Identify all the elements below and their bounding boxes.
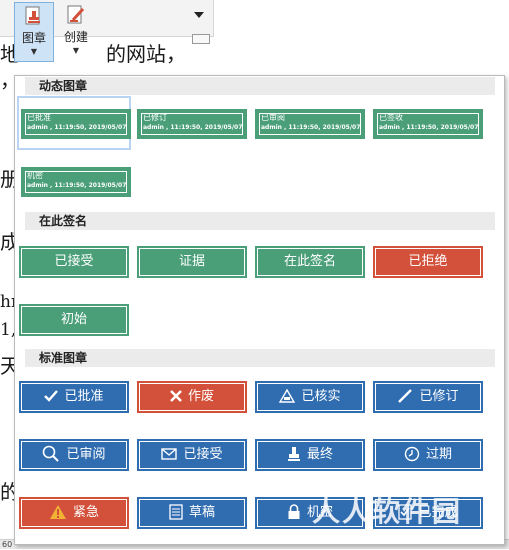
doc-fragment: 的网站， (106, 42, 186, 66)
stamp-title: 已审阅 (261, 113, 285, 122)
section-header-dynamic: 动态图章 (25, 77, 495, 95)
lock-icon (288, 504, 300, 519)
stamp-label: 已修订 (419, 389, 459, 404)
stamp-meta: admin , 11:19:50, 2019/05/07 (27, 124, 127, 131)
stamp-label: 已审阅 (66, 447, 106, 462)
stamp-label: 草稿 (188, 505, 215, 520)
check-icon (44, 390, 59, 402)
verified-triangle-icon (279, 388, 296, 403)
envelope-icon (161, 448, 178, 460)
document-icon (169, 504, 183, 520)
stamp-label: 初始 (22, 307, 126, 333)
stamp-title: 已修订 (143, 113, 167, 122)
standard-stamp-expired[interactable]: 过期 (373, 439, 483, 471)
x-icon (170, 390, 182, 402)
stamp-button[interactable]: 图章 ▼ (14, 2, 54, 62)
ribbon-dropdown-arrow-icon[interactable] (194, 12, 204, 18)
section-header-standard: 标准图章 (25, 349, 495, 367)
stamp-dropdown-panel: 动态图章 已批准 admin , 11:19:50, 2019/05/07 已修… (14, 75, 505, 545)
standard-stamp-verified[interactable]: 已核实 (255, 381, 365, 413)
stamp-label: 紧急 (72, 505, 99, 520)
section-title: 在此签名 (39, 214, 88, 228)
dynamic-stamp-revised[interactable]: 已修订 admin , 11:19:50, 2019/05/07 (137, 109, 247, 139)
stamp-label: 作废 (187, 389, 214, 404)
stamp-title: 机密 (27, 171, 43, 180)
sign-stamp-initial[interactable]: 初始 (19, 304, 129, 336)
dynamic-stamp-confidential[interactable]: 机密 admin , 11:19:50, 2019/05/07 (21, 167, 131, 197)
dynamic-stamp-reviewed[interactable]: 已审阅 admin , 11:19:50, 2019/05/07 (255, 109, 365, 139)
sign-stamp-evidence[interactable]: 证据 (137, 246, 247, 278)
stamp-icon (287, 447, 300, 461)
stamp-title: 已签收 (379, 113, 403, 122)
magnifier-icon (43, 445, 60, 462)
stamp-label: 已核实 (301, 389, 341, 404)
dynamic-stamp-received[interactable]: 已签收 admin , 11:19:50, 2019/05/07 (373, 109, 483, 139)
create-button[interactable]: 创建 ▼ (56, 2, 96, 62)
sign-stamp-accepted[interactable]: 已接受 (19, 246, 129, 278)
clock-icon (404, 446, 420, 462)
stamp-label: 在此签名 (258, 249, 362, 275)
ribbon-toolbar: 图章 ▼ 创建 ▼ (0, 0, 214, 62)
stamp-meta: admin , 11:19:50, 2019/05/07 (27, 182, 127, 189)
stamp-label: 最终 (306, 447, 333, 462)
stamp-label: 已接受 (22, 249, 126, 275)
section-header-sign: 在此签名 (25, 212, 495, 230)
stamp-meta: admin , 11:19:50, 2019/05/07 (379, 124, 479, 131)
stamp-label: 证据 (140, 249, 244, 275)
section-title: 动态图章 (39, 79, 88, 93)
standard-stamp-accepted[interactable]: 已接受 (137, 439, 247, 471)
stamp-label: 已接受 (183, 447, 223, 462)
pen-icon (398, 389, 413, 403)
warning-icon (49, 505, 66, 519)
scroll-button[interactable] (192, 34, 210, 44)
watermark: 人人软件园 (312, 495, 463, 528)
standard-stamp-urgent[interactable]: 紧急 (19, 497, 129, 529)
create-stamp-icon (67, 5, 85, 24)
standard-stamp-revised[interactable]: 已修订 (373, 381, 483, 413)
standard-stamp-reviewed[interactable]: 已审阅 (19, 439, 129, 471)
stamp-label: 过期 (425, 447, 452, 462)
standard-stamp-final[interactable]: 最终 (255, 439, 365, 471)
standard-stamp-approved[interactable]: 已批准 (19, 381, 129, 413)
stamp-title: 已批准 (27, 113, 51, 122)
standard-stamp-void[interactable]: 作废 (137, 381, 247, 413)
sign-stamp-sign-here[interactable]: 在此签名 (255, 246, 365, 278)
stamp-label: 已拒绝 (376, 249, 480, 275)
stamp-meta: admin , 11:19:50, 2019/05/07 (143, 124, 243, 131)
chevron-down-icon: ▼ (72, 46, 80, 55)
stamp-button-label: 图章 (21, 31, 46, 45)
create-button-label: 创建 (63, 30, 88, 44)
stamp-meta: admin , 11:19:50, 2019/05/07 (261, 124, 361, 131)
status-text: 60 (2, 540, 13, 549)
stamp-label: 已批准 (64, 389, 104, 404)
section-title: 标准图章 (39, 351, 88, 365)
standard-stamp-draft[interactable]: 草稿 (137, 497, 247, 529)
stamp-icon (25, 6, 40, 25)
sign-stamp-rejected[interactable]: 已拒绝 (373, 246, 483, 278)
dynamic-stamp-approved[interactable]: 已批准 admin , 11:19:50, 2019/05/07 (21, 109, 131, 139)
chevron-down-icon: ▼ (30, 47, 38, 56)
